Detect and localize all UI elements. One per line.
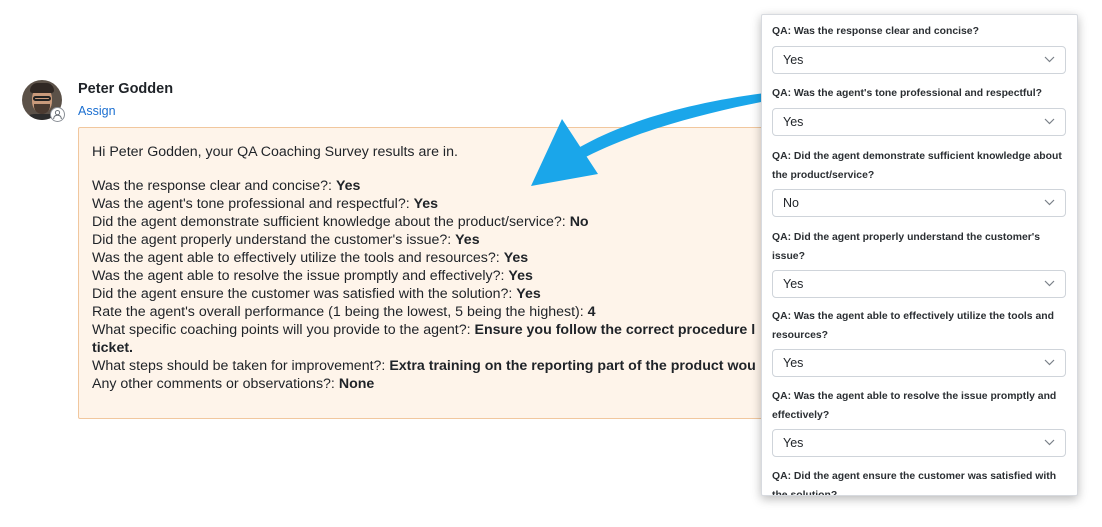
- qa-answer-value: Yes: [783, 356, 804, 370]
- qa-answer-select[interactable]: Yes: [772, 45, 1066, 74]
- qa-question: QA: Did the agent properly understand th…: [772, 229, 1068, 298]
- result-answer: None: [338, 376, 375, 392]
- result-question: Was the agent able to effectively utiliz…: [92, 250, 504, 266]
- result-question: Did the agent demonstrate sufficient kno…: [92, 214, 570, 230]
- result-question: What steps should be taken for improveme…: [92, 358, 390, 374]
- message-greeting: Hi Peter Godden, your QA Coaching Survey…: [92, 144, 458, 160]
- result-answer: Yes: [508, 268, 533, 284]
- qa-answer-select[interactable]: Yes: [772, 270, 1066, 298]
- avatar-hair: [30, 83, 54, 93]
- qa-answer-value: No: [783, 196, 799, 210]
- result-question: Was the agent's tone professional and re…: [92, 196, 414, 212]
- qa-question: QA: Was the response clear and concise? …: [772, 23, 1068, 74]
- qa-question: QA: Did the agent ensure the customer wa…: [772, 468, 1068, 496]
- chevron-down-icon: [1044, 199, 1055, 206]
- qa-question: QA: Was the agent able to effectively ut…: [772, 308, 1068, 377]
- result-question: Any other comments or observations?:: [92, 376, 339, 392]
- qa-question-label: QA: Did the agent properly understand th…: [772, 232, 1041, 262]
- result-question: What specific coaching points will you p…: [92, 322, 475, 338]
- qa-question-label: QA: Was the agent able to effectively ut…: [772, 311, 1054, 341]
- result-line: Did the agent demonstrate sufficient kno…: [92, 213, 756, 231]
- qa-survey-panel[interactable]: QA: Was the response clear and concise? …: [761, 14, 1078, 496]
- qa-question-label: QA: Was the agent's tone professional an…: [772, 88, 1042, 99]
- result-question: Rate the agent's overall performance (1 …: [92, 304, 588, 320]
- result-answer: ticket.: [92, 340, 134, 356]
- qa-answer-value: Yes: [783, 114, 804, 129]
- qa-question: QA: Was the agent able to resolve the is…: [772, 388, 1068, 457]
- qa-answer-select[interactable]: No: [772, 189, 1066, 217]
- annotation-arrow-icon: [531, 93, 766, 186]
- result-line: Did the agent ensure the customer was sa…: [92, 285, 756, 303]
- result-answer: 4: [587, 304, 596, 320]
- qa-answer-select[interactable]: Yes: [772, 429, 1066, 457]
- qa-question-label: QA: Was the response clear and concise?: [772, 26, 979, 37]
- result-line: What specific coaching points will you p…: [92, 321, 756, 339]
- assign-link[interactable]: Assign: [78, 104, 116, 118]
- result-line: ticket.: [92, 339, 756, 357]
- qa-question-label: QA: Did the agent demonstrate sufficient…: [772, 151, 1062, 181]
- chevron-down-icon: [1044, 439, 1055, 446]
- qa-answer-select[interactable]: Yes: [772, 349, 1066, 377]
- avatar-glasses: [33, 96, 51, 101]
- result-answer: Yes: [335, 178, 361, 194]
- qa-answer-value: Yes: [783, 52, 804, 67]
- chevron-down-icon: [1044, 56, 1055, 62]
- author-name: Peter Godden: [78, 81, 174, 97]
- result-answer: No: [569, 214, 589, 230]
- avatar-beard: [34, 104, 50, 114]
- result-answer: Ensure you follow the correct procedure …: [474, 322, 756, 338]
- qa-answer-value: Yes: [783, 277, 804, 291]
- chevron-down-icon: [1044, 118, 1055, 124]
- qa-question: QA: Did the agent demonstrate sufficient…: [772, 148, 1068, 217]
- person-icon: [50, 107, 65, 122]
- result-line: Rate the agent's overall performance (1 …: [92, 303, 756, 321]
- result-question: Did the agent properly understand the cu…: [92, 232, 456, 248]
- result-line: Did the agent properly understand the cu…: [92, 231, 756, 249]
- result-line: Was the agent able to effectively utiliz…: [92, 249, 756, 267]
- qa-answer-select[interactable]: Yes: [772, 107, 1066, 136]
- result-question: Was the agent able to resolve the issue …: [92, 268, 509, 284]
- result-answer: Yes: [516, 286, 541, 302]
- result-answer: Yes: [503, 250, 529, 266]
- result-answer: Yes: [455, 232, 480, 248]
- result-line: What steps should be taken for improveme…: [92, 357, 756, 375]
- result-answer: Extra training on the reporting part of …: [389, 358, 756, 374]
- qa-question: QA: Was the agent's tone professional an…: [772, 85, 1068, 136]
- result-line: Was the agent able to resolve the issue …: [92, 267, 756, 285]
- qa-answer-value: Yes: [783, 436, 804, 450]
- chevron-down-icon: [1044, 280, 1055, 287]
- survey-results-list: Was the response clear and concise?: Yes…: [92, 177, 756, 393]
- result-question: Was the response clear and concise?:: [92, 178, 336, 194]
- qa-question-label: QA: Did the agent ensure the customer wa…: [772, 471, 1057, 496]
- chevron-down-icon: [1044, 359, 1055, 366]
- result-answer: Yes: [413, 196, 439, 212]
- result-line: Any other comments or observations?: Non…: [92, 375, 756, 393]
- result-question: Did the agent ensure the customer was sa…: [92, 286, 517, 302]
- qa-question-label: QA: Was the agent able to resolve the is…: [772, 391, 1057, 421]
